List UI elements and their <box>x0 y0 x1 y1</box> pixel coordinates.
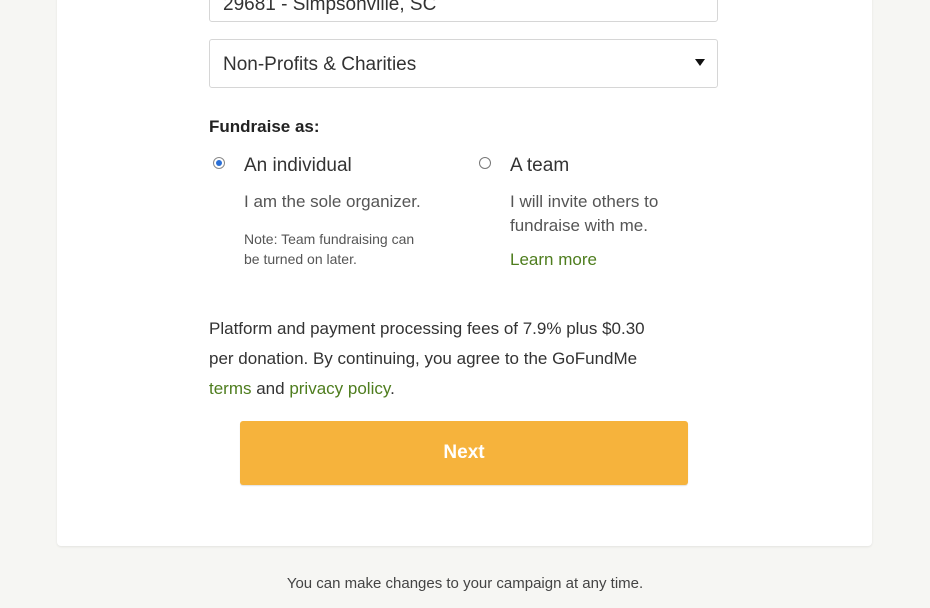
fundraise-as-heading: Fundraise as: <box>209 117 320 136</box>
and-text: and <box>251 379 290 398</box>
location-input[interactable]: 29681 - Simpsonville, SC <box>209 0 718 22</box>
option-individual-description: I am the sole organizer. <box>244 192 421 211</box>
team-desc-line-1: I will invite others to <box>510 192 659 211</box>
terms-link[interactable]: terms <box>209 379 252 398</box>
radio-individual[interactable] <box>213 157 225 169</box>
page: 29681 - Simpsonville, SC Non-Profits & C… <box>0 0 930 608</box>
privacy-policy-link[interactable]: privacy policy <box>289 379 390 398</box>
caret-down-icon <box>695 59 705 66</box>
fees-line-3: terms and privacy policy. <box>209 374 729 404</box>
option-team-label[interactable]: A team <box>510 155 569 177</box>
location-value: 29681 - Simpsonville, SC <box>223 0 437 15</box>
team-desc-line-2: fundraise with me. <box>510 216 648 235</box>
note-line-1: Note: Team fundraising can <box>244 231 415 247</box>
option-individual-label[interactable]: An individual <box>244 155 352 177</box>
note-line-2: be turned on later. <box>244 251 357 267</box>
learn-more-link[interactable]: Learn more <box>510 248 597 272</box>
fees-disclaimer: Platform and payment processing fees of … <box>209 314 729 404</box>
category-value: Non-Profits & Charities <box>223 54 417 75</box>
category-select[interactable]: Non-Profits & Charities <box>209 39 718 88</box>
option-individual-note: Note: Team fundraising can be turned on … <box>244 229 464 269</box>
radio-team[interactable] <box>479 157 491 169</box>
period-text: . <box>390 379 395 398</box>
fees-line-2: per donation. By continuing, you agree t… <box>209 349 638 368</box>
footer-note: You can make changes to your campaign at… <box>286 575 644 592</box>
option-team-description: I will invite others to fundraise with m… <box>510 190 730 238</box>
fees-line-1: Platform and payment processing fees of … <box>209 319 645 338</box>
next-button[interactable]: Next <box>240 421 688 485</box>
